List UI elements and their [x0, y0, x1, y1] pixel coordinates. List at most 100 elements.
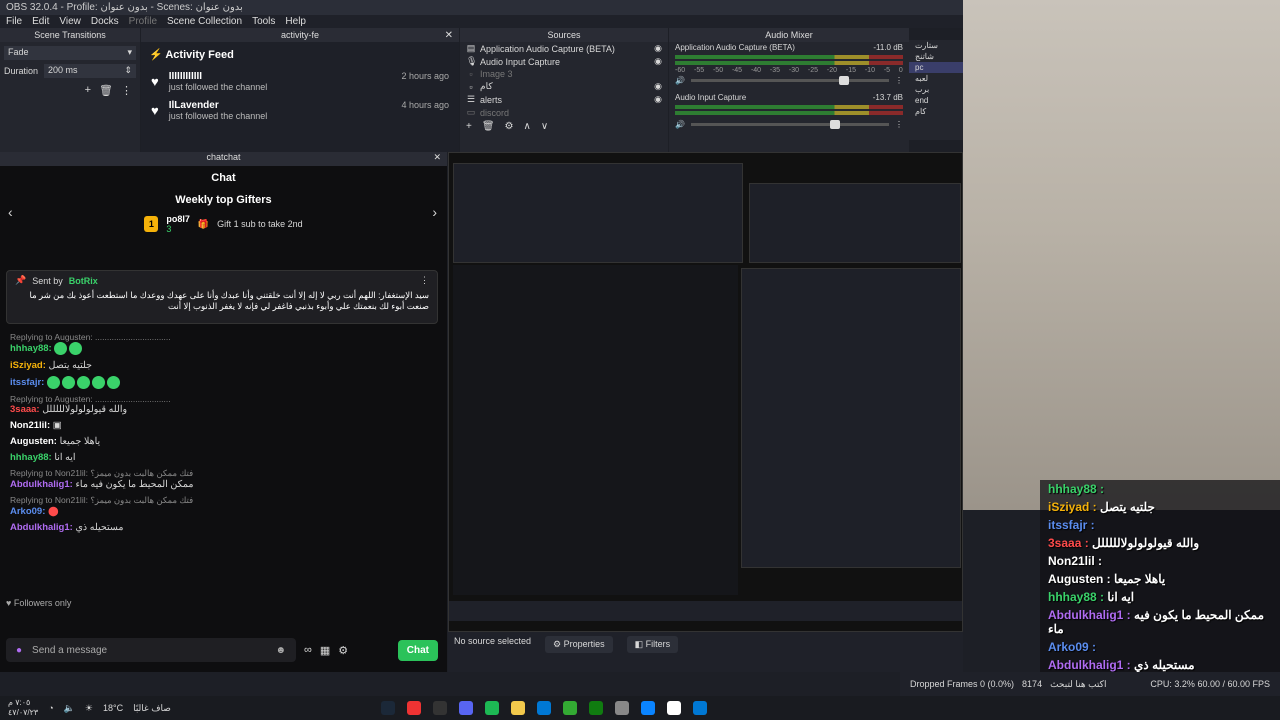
activity-time: 4 hours ago	[401, 100, 449, 110]
search-icon[interactable]	[666, 701, 681, 715]
scene-item-active[interactable]: pc	[909, 62, 963, 73]
chat-user[interactable]: Augusten:	[10, 436, 57, 447]
chat-user[interactable]: iSziyad:	[10, 360, 46, 371]
steam-icon[interactable]	[380, 701, 395, 715]
source-item[interactable]: ▤ Application Audio Capture (BETA) ◉	[460, 42, 668, 55]
trash-icon[interactable]: 🗑	[482, 121, 495, 132]
scene-item[interactable]: كام	[909, 106, 963, 117]
reply-context: Replying to Non21lil: فتك ممكن هالبت بدو…	[10, 468, 194, 478]
scene-item[interactable]: end	[909, 95, 963, 106]
menu-file[interactable]: File	[6, 16, 22, 27]
emote-icon	[91, 376, 105, 389]
discord-icon[interactable]	[458, 701, 473, 715]
source-item[interactable]: ▭ discord	[460, 106, 668, 119]
more-icon[interactable]: ⋮	[895, 120, 903, 129]
source-item[interactable]: ▫ Image 3	[460, 68, 668, 80]
close-icon[interactable]: ✕	[445, 30, 453, 41]
filters-button[interactable]: ◧ Filters	[626, 636, 679, 653]
eye-icon[interactable]: ◉	[654, 81, 662, 92]
menu-docks[interactable]: Docks	[91, 16, 119, 27]
source-item[interactable]: ▫ كام ◉	[460, 80, 668, 93]
chat-user[interactable]: hhhay88:	[10, 343, 52, 354]
gear-icon[interactable]: ⚙	[338, 644, 348, 657]
chat-user[interactable]: Arko09:	[10, 506, 45, 517]
gift-cta[interactable]: Gift 1 sub to take 2nd	[217, 219, 303, 229]
close-icon[interactable]: ✕	[433, 152, 441, 163]
menu-tools[interactable]: Tools	[252, 16, 275, 27]
preview-canvas[interactable]	[448, 152, 963, 632]
minecraft-icon[interactable]	[562, 701, 577, 715]
chat-message: itssfajr:	[10, 376, 430, 389]
chat-user[interactable]: Abdulkhalig1:	[10, 522, 73, 533]
volume-slider[interactable]	[690, 120, 889, 129]
chrome-icon[interactable]	[406, 701, 421, 715]
clock[interactable]: ٧:٠٥ م ٤٧/٠٧/٢٣	[8, 698, 38, 718]
scene-item[interactable]: لعبه	[909, 73, 963, 84]
message-input[interactable]: ● Send a message ☻	[6, 638, 296, 662]
settings-icon[interactable]	[614, 701, 629, 715]
more-icon[interactable]: ⋮	[895, 76, 903, 85]
activity-item: ♥ IlLavender just followed the channel 4 …	[141, 96, 459, 125]
menu-profile[interactable]: Profile	[129, 16, 157, 27]
chat-user[interactable]: Non21lil:	[10, 420, 50, 431]
menu-view[interactable]: View	[59, 16, 81, 27]
chevron-right-icon[interactable]: ›	[432, 204, 437, 220]
volume-icon[interactable]: 🔈	[64, 703, 75, 714]
scene-item[interactable]: ستارت	[909, 40, 963, 51]
eye-icon[interactable]: ◉	[654, 94, 662, 105]
more-icon[interactable]: ⋮	[121, 84, 132, 97]
properties-button[interactable]: ⚙ Properties	[545, 636, 613, 653]
pin-icon: 📌	[15, 275, 27, 285]
chevron-left-icon[interactable]: ‹	[8, 204, 13, 220]
xbox-icon[interactable]	[588, 701, 603, 715]
scene-transitions-dock: Scene Transitions Fade ▾ Duration 200 ms…	[0, 28, 140, 152]
edge-icon[interactable]	[536, 701, 551, 715]
add-icon[interactable]: +	[85, 84, 91, 97]
overlay-line: hhhay88 : ايه انا	[1040, 588, 1280, 606]
slider-handle[interactable]	[829, 120, 840, 129]
scene-item[interactable]: برب	[909, 84, 963, 95]
emote-icon	[54, 342, 68, 355]
gear-icon[interactable]: ⚙	[505, 121, 514, 132]
menu-help[interactable]: Help	[285, 16, 306, 27]
overlay-line: itssfajr :	[1040, 516, 1280, 534]
infinity-icon[interactable]: ∞	[304, 644, 312, 656]
no-source-label: No source selected	[454, 636, 532, 646]
overlay-line: 3saaa : والله قيولولولولالللللل	[1040, 534, 1280, 552]
start-icon[interactable]	[692, 701, 707, 715]
store-icon[interactable]	[640, 701, 655, 715]
duration-value: 200 ms	[48, 65, 78, 75]
slider-handle[interactable]	[839, 76, 850, 85]
duration-input[interactable]: 200 ms ⇕	[44, 64, 136, 78]
add-source-icon[interactable]: +	[466, 121, 472, 132]
chat-user[interactable]: 3saaa:	[10, 404, 40, 415]
chat-user[interactable]: hhhay88:	[10, 452, 52, 463]
overlay-line: iSziyad : جلتيه يتصل	[1040, 498, 1280, 516]
trash-icon[interactable]: 🗑	[99, 84, 113, 97]
more-icon[interactable]: ⋮	[420, 275, 429, 286]
chat-user[interactable]: Abdulkhalig1:	[10, 479, 73, 490]
move-up-icon[interactable]: ∧	[524, 121, 531, 132]
obs-icon[interactable]	[432, 701, 447, 715]
chat-send-button[interactable]: Chat	[397, 639, 438, 661]
source-item[interactable]: ☰ alerts ◉	[460, 93, 668, 106]
menu-scene-collection[interactable]: Scene Collection	[167, 16, 242, 27]
source-item[interactable]: 🎙 Audio Input Capture ◉	[460, 55, 668, 68]
menu-edit[interactable]: Edit	[32, 16, 49, 27]
mixer-channel-db: -13.7 dB	[872, 93, 903, 102]
speaker-icon[interactable]: 🔊	[675, 76, 685, 85]
scene-item[interactable]: شاتنج	[909, 51, 963, 62]
nested-mixer	[749, 183, 961, 263]
eye-icon[interactable]: ◉	[654, 43, 662, 54]
eye-icon[interactable]: ◉	[654, 56, 662, 67]
speaker-icon[interactable]: 🔊	[675, 120, 685, 129]
volume-slider[interactable]	[690, 76, 889, 85]
emoji-icon[interactable]: ☻	[275, 645, 286, 656]
wifi-icon[interactable]: ◔	[48, 703, 53, 713]
move-down-icon[interactable]: ∨	[541, 121, 548, 132]
transition-select[interactable]: Fade ▾	[4, 46, 136, 60]
store-icon[interactable]: ▦	[320, 644, 330, 657]
folder-icon[interactable]	[510, 701, 525, 715]
chat-user[interactable]: itssfajr:	[10, 377, 44, 388]
spotify-icon[interactable]	[484, 701, 499, 715]
